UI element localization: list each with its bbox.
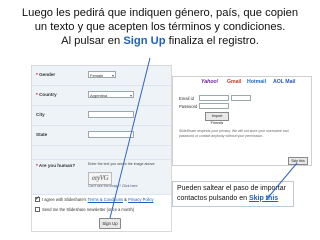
terms-link[interactable]: Terms & Conditions xyxy=(88,197,124,202)
chevron-down-icon: ▾ xyxy=(129,93,132,98)
skip-this-button[interactable]: Skip this xyxy=(288,157,308,165)
caption-line-1: Luego les pedirá que indiquen género, pa… xyxy=(21,7,299,19)
gender-label: * Gender xyxy=(36,72,56,77)
hotmail-logo[interactable]: Hotmail xyxy=(247,79,266,85)
caption-line-3: Al pulsar en Sign Up finaliza el registr… xyxy=(4,34,316,48)
password-label: Password xyxy=(179,104,198,109)
email-provider-logos: Yahoo! Gmail Hotmail AOL Mail xyxy=(173,77,311,90)
privacy-link[interactable]: Privacy Policy xyxy=(128,197,153,202)
caption-line-2: un texto y que acepten los términos y co… xyxy=(34,21,286,34)
captcha-help-link[interactable]: Can't see the image? Click here xyxy=(88,184,138,188)
spacer-row xyxy=(32,146,171,160)
agree-label: I agree with Slideshare's Terms & Condit… xyxy=(42,197,154,202)
slide: Luego les pedirá que indiquen género, pa… xyxy=(0,0,320,240)
contact-importer-screenshot: Yahoo! Gmail Hotmail AOL Mail Email id P… xyxy=(172,76,312,166)
privacy-note: SlideShare respects your privacy. We wil… xyxy=(179,129,289,138)
chevron-down-icon: ▾ xyxy=(111,73,114,78)
agree-checkbox[interactable] xyxy=(35,195,40,202)
caption-line-3-suffix: finaliza el registro. xyxy=(165,35,259,48)
country-label: * Country xyxy=(36,92,57,97)
newsletter-checkbox[interactable] xyxy=(35,207,40,212)
newsletter-label: Send me the Slideshare newsletter (once … xyxy=(42,207,135,212)
state-row: State xyxy=(32,126,171,146)
city-label: City xyxy=(36,112,45,117)
aol-logo[interactable]: AOL Mail xyxy=(273,79,295,85)
country-select[interactable]: Argentina ▾ xyxy=(88,91,134,98)
instruction-caption: Luego les pedirá que indiquen género, pa… xyxy=(4,6,316,49)
city-input[interactable] xyxy=(88,111,134,118)
captcha-row: * Are you human? Enter the text you see … xyxy=(32,160,171,195)
sign-up-button[interactable]: Sign Up xyxy=(99,218,121,229)
skip-callout: Pueden saltear el paso de importar conta… xyxy=(172,181,294,207)
callout-line-1: Pueden saltear el paso de importar xyxy=(177,185,286,192)
gender-row: * Gender Female ▾ xyxy=(32,66,171,86)
domain-select[interactable] xyxy=(231,95,251,101)
email-id-input[interactable] xyxy=(199,95,229,101)
callout-line-2: contactos pulsando en Skip this xyxy=(177,194,279,202)
state-input[interactable] xyxy=(88,131,134,138)
signup-form-screenshot: * Gender Female ▾ * Country Argentina ▾ Ci… xyxy=(31,65,172,232)
callout-skip-highlight: Skip this xyxy=(249,194,279,202)
password-input[interactable] xyxy=(199,103,229,109)
gmail-logo[interactable]: Gmail xyxy=(227,79,241,85)
caption-signup-highlight: Sign Up xyxy=(123,35,166,48)
import-friends-button[interactable]: Import Friends xyxy=(205,112,229,125)
country-row: * Country Argentina ▾ xyxy=(32,86,171,106)
gender-select[interactable]: Female ▾ xyxy=(88,71,116,78)
caption-line-3-prefix: Al pulsar en xyxy=(61,35,124,48)
human-label: * Are you human? xyxy=(36,163,76,168)
email-id-label: Email id xyxy=(179,96,194,101)
yahoo-logo[interactable]: Yahoo! xyxy=(201,79,218,85)
state-label: State xyxy=(36,132,48,137)
city-row: City xyxy=(32,106,171,126)
captcha-instructions: Enter the text you see in the image abov… xyxy=(88,162,156,166)
